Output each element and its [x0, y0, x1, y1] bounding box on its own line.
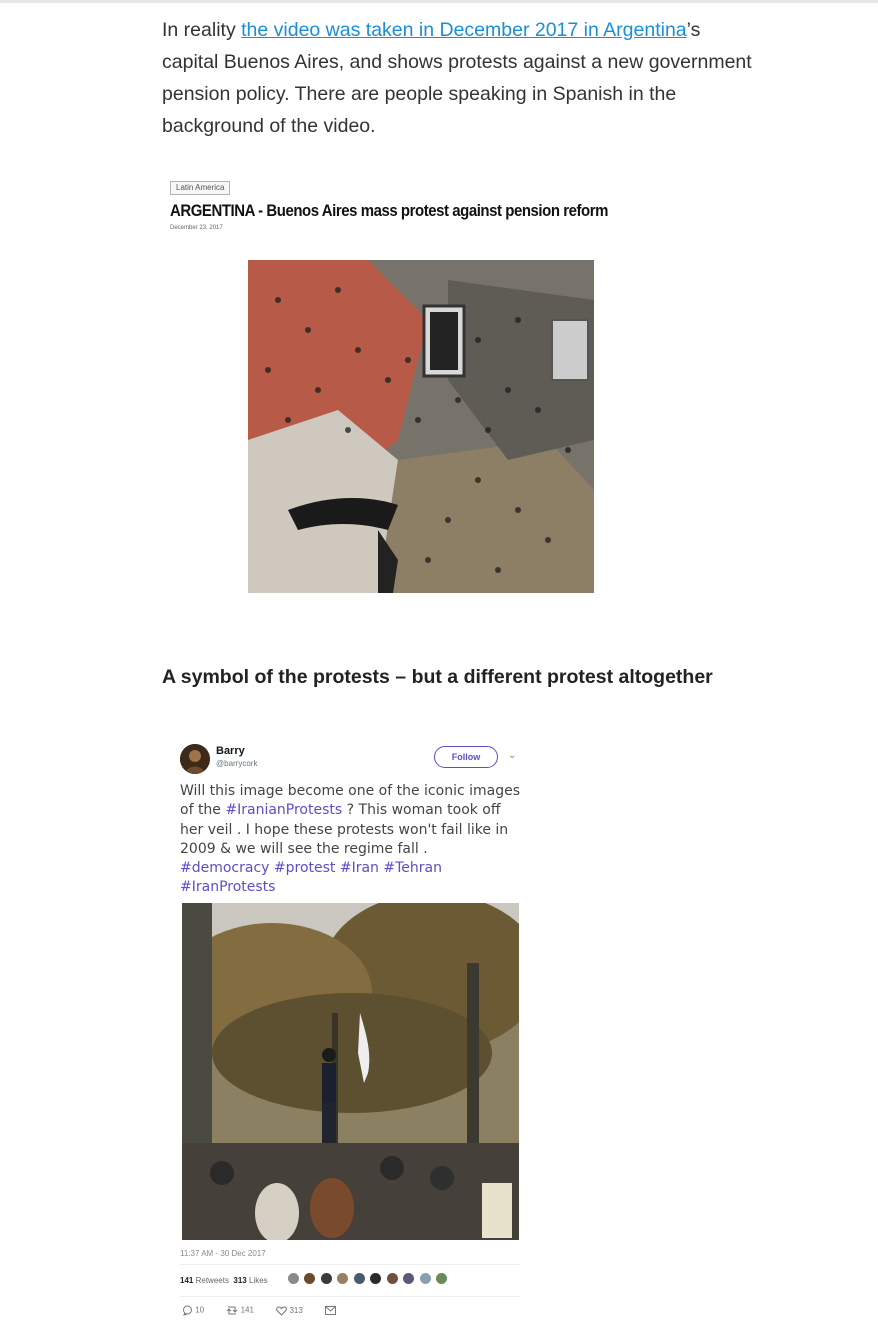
follow-button[interactable]: Follow — [434, 746, 498, 768]
user-avatar[interactable] — [180, 744, 210, 774]
message-button[interactable] — [325, 1306, 337, 1315]
tweet-stats: 141 Retweets 313 Likes — [180, 1276, 268, 1285]
liker-avatar[interactable] — [419, 1273, 431, 1284]
tweet-text: Will this image become one of the iconic… — [180, 782, 520, 898]
divider — [180, 1296, 520, 1297]
likes-count[interactable]: 313 — [233, 1276, 246, 1285]
intro-paragraph: In reality the video was taken in Decemb… — [162, 14, 762, 142]
argentina-news-screenshot: Latin America ARGENTINA - Buenos Aires m… — [168, 178, 628, 598]
retweet-count: 141 — [240, 1305, 254, 1315]
user-handle[interactable]: @barrycork — [216, 759, 257, 768]
like-button[interactable]: 313 — [276, 1306, 303, 1316]
heart-icon — [276, 1305, 288, 1316]
envelope-icon — [325, 1306, 337, 1315]
liker-avatar[interactable] — [386, 1273, 398, 1284]
chevron-down-icon[interactable]: ⌄ — [508, 750, 516, 761]
user-name[interactable]: Barry — [216, 745, 245, 757]
tweet-timestamp[interactable]: 11:37 AM - 30 Dec 2017 — [180, 1249, 266, 1258]
section-heading: A symbol of the protests – but a differe… — [162, 666, 713, 688]
retweets-count[interactable]: 141 — [180, 1276, 193, 1285]
tweet-image[interactable] — [182, 903, 519, 1240]
embedded-tweet: Barry @barrycork Follow ⌄ Will this imag… — [176, 740, 526, 1325]
liker-avatar[interactable] — [288, 1273, 299, 1284]
reply-icon — [183, 1305, 192, 1316]
buenos-aires-protest-image — [248, 260, 594, 593]
source-link[interactable]: the video was taken in December 2017 in … — [241, 19, 687, 41]
embed-date: December 23, 2017 — [170, 225, 223, 231]
liker-avatar[interactable] — [337, 1273, 349, 1284]
liker-avatar[interactable] — [403, 1273, 415, 1284]
liker-avatar[interactable] — [353, 1273, 365, 1284]
tweet-actions: 10 141 313 — [182, 1305, 356, 1316]
category-tag: Latin America — [170, 181, 231, 195]
hashtag-links[interactable]: #democracy #protest #Iran #Tehran #IranP… — [180, 860, 442, 895]
reply-count: 10 — [195, 1305, 205, 1315]
liker-avatar[interactable] — [320, 1273, 332, 1284]
likes-label[interactable]: Likes — [249, 1276, 268, 1285]
liker-avatar[interactable] — [304, 1273, 316, 1284]
intro-prefix: In reality — [162, 19, 242, 41]
embed-headline: ARGENTINA - Buenos Aires mass protest ag… — [170, 201, 609, 220]
liker-avatars — [288, 1273, 448, 1287]
top-divider — [0, 0, 878, 3]
like-count: 313 — [289, 1305, 303, 1315]
retweet-button[interactable]: 141 — [226, 1305, 254, 1316]
liker-avatar[interactable] — [370, 1273, 382, 1284]
retweet-icon — [227, 1306, 238, 1315]
retweets-label[interactable]: Retweets — [196, 1276, 229, 1285]
divider — [180, 1264, 520, 1265]
hashtag-link[interactable]: #IranianProtests — [225, 802, 342, 818]
liker-avatar[interactable] — [436, 1273, 448, 1284]
reply-button[interactable]: 10 — [182, 1305, 204, 1316]
